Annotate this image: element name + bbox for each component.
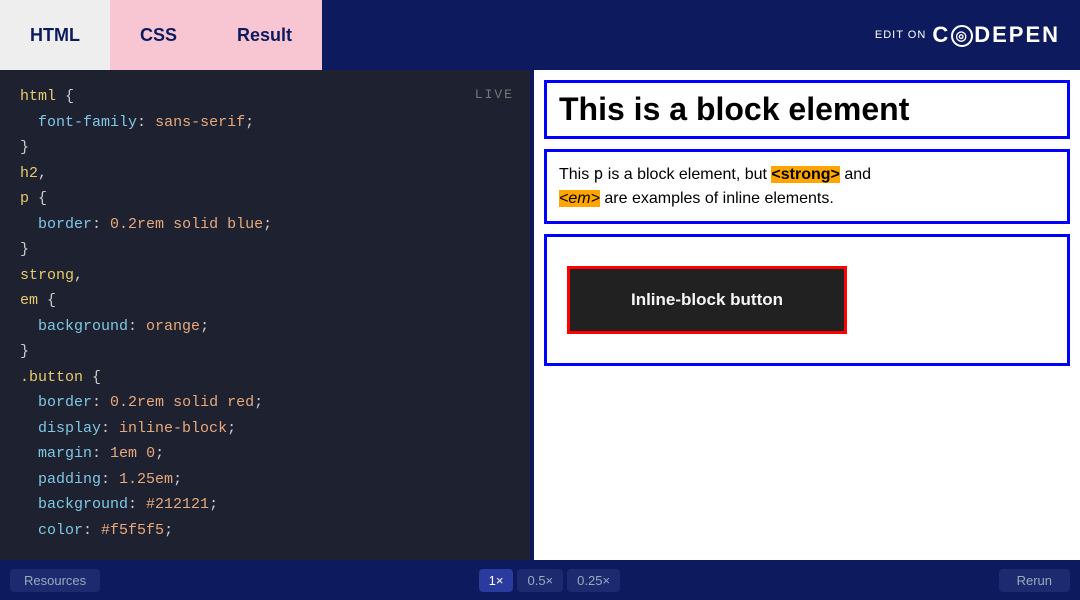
zoom-05x-button[interactable]: 0.5× bbox=[517, 569, 563, 592]
result-panel: This is a block element This p is a bloc… bbox=[534, 70, 1080, 600]
code-line: font-family: sans-serif; bbox=[20, 110, 510, 136]
bottom-left-group: Resources bbox=[10, 569, 100, 592]
zoom-025x-button[interactable]: 0.25× bbox=[567, 569, 620, 592]
result-button[interactable]: Inline-block button bbox=[567, 266, 847, 335]
tab-css[interactable]: CSS bbox=[110, 0, 207, 70]
code-line: color: #f5f5f5; bbox=[20, 518, 510, 544]
zoom-group: 1× 0.5× 0.25× bbox=[479, 569, 620, 592]
tab-html[interactable]: HTML bbox=[0, 0, 110, 70]
resources-button[interactable]: Resources bbox=[10, 569, 100, 592]
p-text-before: This bbox=[559, 166, 594, 183]
bottom-bar: Resources 1× 0.5× 0.25× Rerun bbox=[0, 560, 1080, 600]
code-line: h2, bbox=[20, 161, 510, 187]
live-badge: LIVE bbox=[475, 84, 514, 106]
code-line: .button { bbox=[20, 365, 510, 391]
code-panel[interactable]: LIVE html { font-family: sans-serif; } h… bbox=[0, 70, 530, 600]
code-line: border: 0.2rem solid blue; bbox=[20, 212, 510, 238]
code-line: } bbox=[20, 135, 510, 161]
p-text-after: are examples of inline elements. bbox=[600, 190, 834, 207]
code-line: } bbox=[20, 237, 510, 263]
code-line: display: inline-block; bbox=[20, 416, 510, 442]
code-line: strong, bbox=[20, 263, 510, 289]
code-line: margin: 1em 0; bbox=[20, 441, 510, 467]
result-heading: This is a block element bbox=[544, 80, 1070, 139]
result-div: Inline-block button bbox=[544, 234, 1070, 366]
p-text-and: and bbox=[840, 166, 871, 183]
zoom-1x-button[interactable]: 1× bbox=[479, 569, 514, 592]
code-line: } bbox=[20, 339, 510, 365]
codepen-logo: EDIT ON C◎DEPEN bbox=[322, 0, 1080, 70]
code-line: em { bbox=[20, 288, 510, 314]
top-bar: HTML CSS Result EDIT ON C◎DEPEN bbox=[0, 0, 1080, 70]
rerun-button[interactable]: Rerun bbox=[999, 569, 1070, 592]
p-em: <em> bbox=[559, 190, 600, 207]
p-strong: <strong> bbox=[771, 166, 839, 183]
code-line: border: 0.2rem solid red; bbox=[20, 390, 510, 416]
code-line: p { bbox=[20, 186, 510, 212]
code-line: html { bbox=[20, 84, 510, 110]
main-area: LIVE html { font-family: sans-serif; } h… bbox=[0, 70, 1080, 600]
edit-on-text: EDIT ON bbox=[875, 29, 926, 41]
codepen-brand-text: C◎DEPEN bbox=[932, 22, 1060, 48]
p-code: p bbox=[594, 164, 604, 183]
tab-result[interactable]: Result bbox=[207, 0, 322, 70]
code-line: background: orange; bbox=[20, 314, 510, 340]
code-line: padding: 1.25em; bbox=[20, 467, 510, 493]
p-text-mid: is a block element, but bbox=[603, 166, 771, 183]
code-line: background: #212121; bbox=[20, 492, 510, 518]
result-paragraph: This p is a block element, but <strong> … bbox=[544, 149, 1070, 224]
